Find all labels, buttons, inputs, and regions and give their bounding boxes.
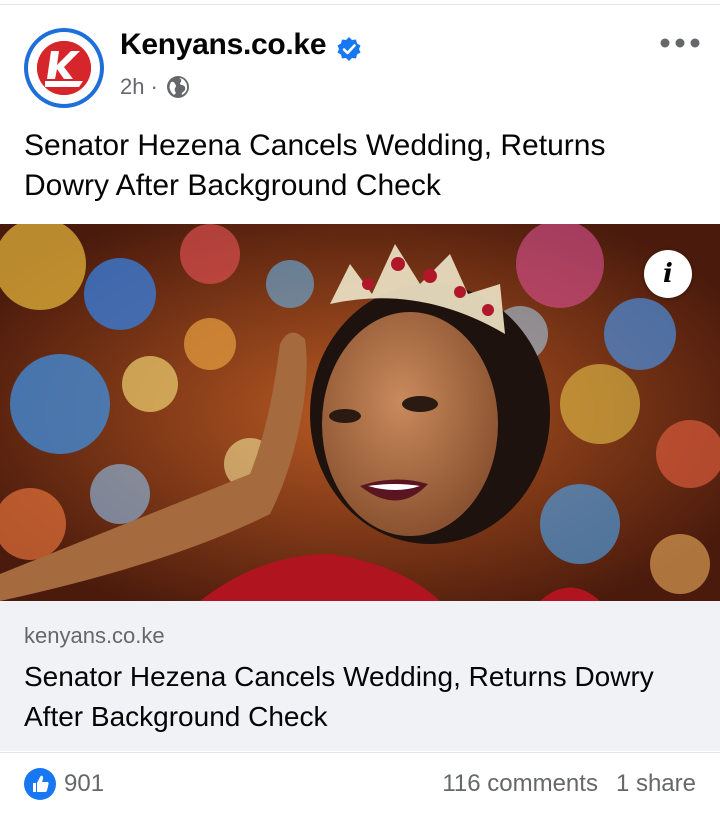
comments-count[interactable]: 116 comments [442,770,598,798]
kenyans-logo-icon [37,41,91,95]
like-count: 901 [64,770,105,797]
globe-icon [166,76,189,98]
link-title: Senator Hezena Cancels Wedding, Returns … [24,661,654,732]
verified-badge-icon [337,37,361,61]
meta-separator: · [150,74,158,99]
photo-image [0,224,720,601]
more-options-icon[interactable] [660,36,700,50]
footer-divider [0,752,720,753]
page-avatar[interactable] [24,28,104,108]
top-divider [0,4,720,5]
info-icon[interactable]: i [644,250,692,298]
page-name[interactable]: Kenyans.co.ke [120,28,327,62]
reaction-summary[interactable]: 901 [24,768,104,800]
post-meta: 2h · [120,74,190,100]
link-preview[interactable]: kenyans.co.ke Senator Hezena Cancels Wed… [0,601,720,751]
post-text: Senator Hezena Cancels Wedding, Returns … [24,129,606,202]
post-photo[interactable]: i [0,224,720,601]
post-time[interactable]: 2h [120,74,144,100]
link-domain: kenyans.co.ke [24,623,165,648]
post-header: Kenyans.co.ke 2h · [0,22,720,112]
engagement-stats: 116 comments 1 share [442,770,696,798]
shares-count[interactable]: 1 share [616,770,696,798]
like-icon [24,768,56,800]
